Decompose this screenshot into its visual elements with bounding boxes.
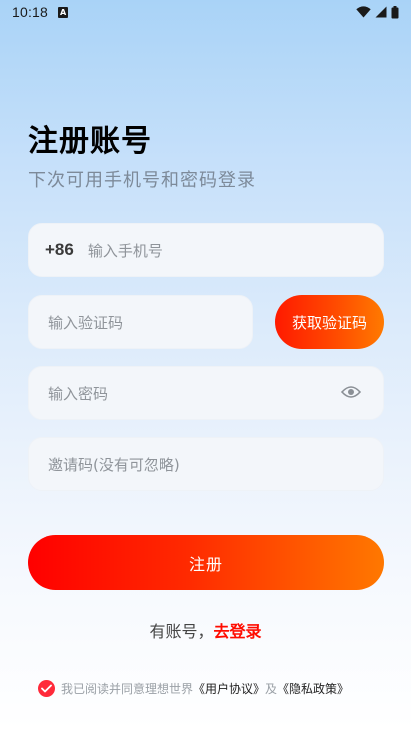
phone-input[interactable]: +86 输入手机号	[28, 223, 384, 277]
go-login-link[interactable]: 去登录	[214, 622, 262, 641]
code-placeholder: 输入验证码	[48, 313, 124, 332]
eye-icon[interactable]	[341, 385, 361, 399]
country-code-selector[interactable]: +86	[45, 240, 74, 260]
battery-icon	[391, 5, 399, 18]
privacy-policy-link[interactable]: 《隐私政策》	[277, 680, 349, 697]
login-row: 有账号，去登录	[0, 618, 411, 642]
status-bar: 10:18 A	[0, 0, 411, 24]
wifi-icon	[356, 6, 371, 18]
phone-placeholder: 输入手机号	[87, 241, 163, 260]
password-input[interactable]: 输入密码	[28, 366, 384, 420]
get-code-button[interactable]: 获取验证码	[275, 295, 384, 349]
invite-code-input[interactable]: 邀请码(没有可忽略)	[28, 437, 384, 491]
invite-placeholder: 邀请码(没有可忽略)	[48, 455, 180, 474]
status-icons	[356, 5, 399, 19]
agreement-checkbox[interactable]	[38, 680, 55, 697]
check-icon	[41, 684, 52, 693]
verification-code-input[interactable]: 输入验证码	[28, 295, 253, 349]
register-button[interactable]: 注册	[28, 535, 384, 590]
password-placeholder: 输入密码	[48, 384, 109, 403]
status-time: 10:18	[12, 4, 49, 20]
agreement-row: 我已阅读并同意理想世界 《用户协议》 及 《隐私政策》	[38, 680, 349, 697]
agreement-text: 我已阅读并同意理想世界	[61, 682, 194, 696]
login-prefix: 有账号，	[149, 622, 214, 641]
page-title: 注册账号	[28, 124, 152, 159]
page-subtitle: 下次可用手机号和密码登录	[28, 170, 256, 191]
a-badge-icon: A	[58, 6, 69, 18]
agreement-and: 及	[265, 682, 278, 696]
user-agreement-link[interactable]: 《用户协议》	[193, 680, 265, 697]
signal-icon	[375, 6, 387, 18]
